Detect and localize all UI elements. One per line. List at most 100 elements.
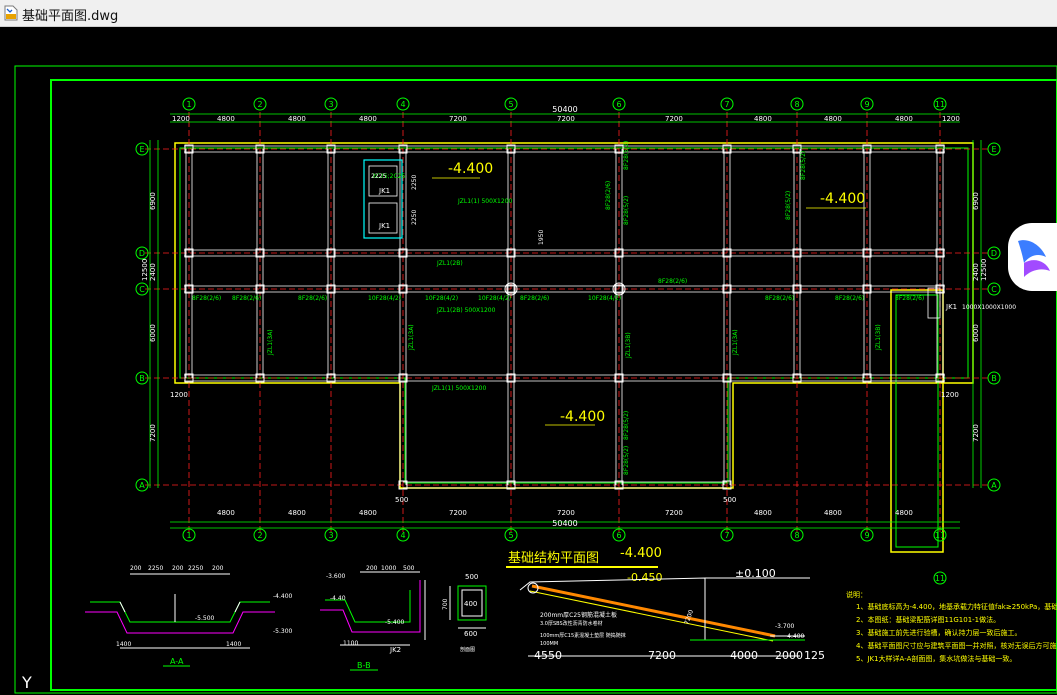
axis-label: B	[991, 374, 997, 383]
dim-2225: 2225	[371, 173, 386, 180]
axis-label: 8	[794, 531, 799, 540]
ramp-bottom-dim-2: 7200	[648, 649, 676, 662]
left-dim-text: 7200	[149, 424, 157, 442]
ramp-layer-2: 3.0厚SBS改性沥青防水卷材	[540, 620, 603, 627]
right-dim-text: 2400	[972, 263, 980, 281]
bottom-end-dim-left: 500	[395, 496, 408, 504]
axis-label: 1	[186, 531, 191, 540]
rebar-label: 8F28(2/6)	[232, 295, 261, 302]
drawing-frame-inner	[50, 79, 1057, 691]
axis-label: C	[991, 285, 997, 294]
floating-assistant-button[interactable]	[1008, 223, 1057, 291]
top-dim-text: 7200	[557, 115, 575, 123]
side-dimension-texts: 69002400125006000720069002400 12500600072…	[141, 192, 988, 442]
left-dim-text: 6000	[149, 324, 157, 342]
rebar-label: 8F28(5/2)	[623, 196, 630, 225]
ramp-elev-mid: -3.700	[775, 623, 795, 630]
section-aa-dim-2: 2250	[148, 565, 163, 572]
right-dim-text: 6000	[972, 324, 980, 342]
note-item: 2、本图纸：基础梁配筋详图11G101-1做法。	[856, 615, 1000, 624]
axis-label: C	[139, 285, 145, 294]
top-dim-text: 4800	[824, 115, 842, 123]
top-dim-text: 4800	[288, 115, 306, 123]
rebar-label: 8F28(2/6)	[192, 295, 221, 302]
drawing-canvas[interactable]: 1 1 2 2 3 3 4 4 5 5 6 6 7 7 8 8 9 9 11 11 11 E E D D C C B B A A 50400…	[0, 27, 1057, 695]
beam-label: JZL1(3B)	[625, 332, 632, 359]
section-bb-elev-1: -3.600	[326, 573, 346, 580]
top-dim-text: 4800	[359, 115, 377, 123]
top-dim-text: 7200	[665, 115, 683, 123]
beam-label: JZL1(3A)	[267, 329, 274, 356]
axis-label: 3	[328, 100, 333, 109]
elevation-label-3: -4.400	[560, 409, 605, 425]
top-dim-text: 4800	[895, 115, 913, 123]
rebar-label: 10F28(4/2)	[368, 295, 401, 302]
jk1-size: 1000X1000X1000	[962, 304, 1016, 311]
bottom-dim-text: 4800	[754, 509, 772, 517]
col-section-tag: 剖面图	[460, 646, 475, 653]
axis-label: D	[139, 249, 145, 258]
axis-label: 4	[400, 100, 405, 109]
ramp-elev-low: -4.400	[785, 633, 805, 640]
rebar-label: 8F28(5/2)	[623, 141, 630, 170]
left-dim-text: 12500	[141, 259, 149, 281]
top-dim-text: 1200	[942, 115, 960, 123]
axis-label: 1	[186, 100, 191, 109]
rebar-label: 8F28(2/6)	[895, 295, 924, 302]
ramp-dim-slope: 7200	[683, 609, 695, 626]
axis-label: 9	[864, 100, 869, 109]
section-bb-dim-1: 200	[366, 565, 378, 572]
axis-label: A	[139, 481, 145, 490]
axis-label: 7	[724, 100, 729, 109]
elevation-label-2: -4.400	[820, 191, 865, 207]
bottom-dim-text: 7200	[665, 509, 683, 517]
section-aa-bottom-2: 1400	[226, 641, 241, 648]
section-aa-dim-4: 2250	[188, 565, 203, 572]
plan-title-elev2: -0.450	[627, 571, 662, 584]
axis-label: 11	[935, 574, 945, 583]
axis-label: 6	[616, 531, 621, 540]
axis-label: 3	[328, 531, 333, 540]
beam-label: JZL1(3A)	[732, 329, 739, 356]
beam-label: JZL1(1) 500X1200	[457, 198, 512, 205]
ucs-y-label: Y	[21, 673, 32, 692]
bottom-dim-text: 7200	[449, 509, 467, 517]
dim-2250b: 2250	[411, 210, 418, 225]
axis-label: A	[991, 481, 997, 490]
note-item: 4、基础平面图尺寸应与建筑平面图一并对照，核对无误后方可施工。	[856, 641, 1057, 650]
top-dim-text: 1200	[172, 115, 190, 123]
rebar-label: 8F28(5/2)	[623, 411, 630, 440]
ramp-layer-4: 100MM	[540, 641, 558, 647]
rebar-label: 8F28(2/6)	[658, 278, 687, 285]
bottom-dim-text: 4800	[288, 509, 306, 517]
bottom-dimension-texts: 4800 4800 4800 7200 7200 7200 4800 4800 4800	[217, 509, 913, 517]
top-dim-text: 4800	[754, 115, 772, 123]
ramp-bottom-dim-5: 125	[804, 649, 825, 662]
section-aa-drawing	[85, 573, 275, 649]
ramp-bottom-dim-4: 2000	[775, 649, 803, 662]
ramp-layer-1: 200mm厚C25钢筋混凝土板	[540, 611, 617, 619]
ramp-elev-top: ±0.100	[735, 567, 776, 580]
beam-label: JZL1(2B) 500X1200	[436, 307, 496, 314]
rebar-label: 10F28(4/2)	[478, 295, 511, 302]
axis-label: 7	[724, 531, 729, 540]
axis-label: B	[139, 374, 145, 383]
section-bb-drawing	[320, 571, 426, 646]
axis-label: E	[991, 145, 996, 154]
notes-list: 1、基础底标高为-4.400，地基承载力特征值fak≥250kPa，基础做法详见…	[856, 602, 1057, 663]
dim-2250: 2250	[411, 175, 418, 190]
right-dim-text: 12500	[980, 259, 988, 281]
section-aa-bottom-1: 1400	[116, 641, 131, 648]
section-bb-elev-3: -5.400	[385, 619, 405, 626]
rebar-label: 8F28(2/6)	[520, 295, 549, 302]
axis-label: 9	[864, 531, 869, 540]
bottom-end-dim-right: 500	[723, 496, 736, 504]
axis-label: D	[991, 249, 997, 258]
axis-label: 6	[616, 100, 621, 109]
section-bb-side-1: 1100	[343, 640, 358, 647]
section-bb-dim-3: 500	[403, 565, 415, 572]
section-aa-dim-1: 200	[130, 565, 142, 572]
axis-label: E	[139, 145, 144, 154]
right-dim-text: 7200	[972, 424, 980, 442]
title-bar: 基础平面图.dwg	[0, 0, 1057, 27]
